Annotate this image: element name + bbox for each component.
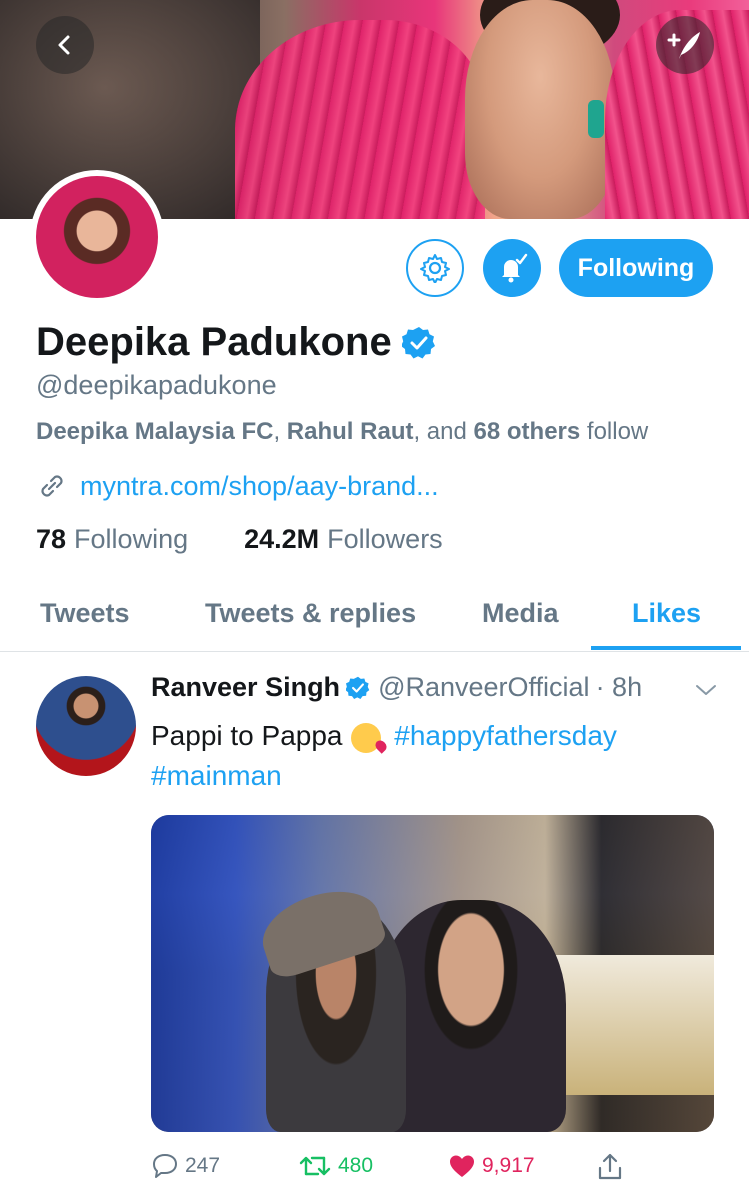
tab-media[interactable]: Media	[482, 598, 559, 629]
profile-settings-button[interactable]	[406, 239, 464, 297]
tab-tweets[interactable]: Tweets	[40, 598, 130, 629]
active-tab-indicator	[591, 646, 741, 650]
retweet-icon	[299, 1156, 331, 1176]
profile-tabs: Tweets Tweets & replies Media Likes	[0, 580, 749, 652]
notifications-button[interactable]	[483, 239, 541, 297]
back-button[interactable]	[36, 16, 94, 74]
tweet-text: Pappi to Pappa #happyfathersday #mainman	[151, 716, 711, 796]
tab-likes[interactable]: Likes	[632, 598, 701, 629]
gear-icon	[420, 254, 450, 283]
bell-check-icon	[502, 253, 528, 283]
tweet-header: Ranveer Singh @RanveerOfficial · 8h	[151, 672, 642, 703]
tweet-text-body: Pappi to Pappa	[151, 720, 343, 751]
followers-label: Followers	[327, 524, 443, 554]
profile-handle: @deepikapadukone	[36, 370, 277, 400]
profile-website-link[interactable]: myntra.com/shop/aay-brand...	[80, 471, 439, 502]
reply-icon	[153, 1154, 177, 1178]
like-count: 9,917	[482, 1154, 535, 1177]
retweet-count: 480	[338, 1154, 374, 1177]
tweet-actions: 247 480 9,917	[151, 1152, 631, 1188]
reply-count: 247	[185, 1154, 221, 1177]
share-button[interactable]	[596, 1152, 624, 1182]
kiss-emoji-icon	[350, 722, 381, 753]
heart-icon	[450, 1155, 474, 1177]
tweet-time: · 8h	[595, 672, 643, 702]
following-count-link[interactable]: 78 Following	[36, 524, 188, 555]
tweet-author-handle[interactable]: @RanveerOfficial	[378, 672, 590, 703]
followed-by-text[interactable]: Deepika Malaysia FC, Rahul Raut, and 68 …	[36, 418, 648, 446]
compose-tweet-icon	[667, 32, 700, 59]
profile-counts: 78 Following 24.2M Followers	[36, 524, 443, 555]
followers-others[interactable]: 68 others	[474, 418, 581, 445]
chevron-down-icon[interactable]	[694, 680, 718, 700]
followers-count: 24.2M	[244, 524, 320, 554]
following-count: 78	[36, 524, 67, 554]
follower-name[interactable]: Deepika Malaysia FC	[36, 418, 273, 445]
chevron-left-icon	[58, 35, 70, 55]
hashtag-link[interactable]: #mainman	[151, 760, 282, 791]
tab-tweets-replies[interactable]: Tweets & replies	[205, 598, 416, 629]
tweet-author-avatar[interactable]	[36, 676, 136, 776]
profile-avatar[interactable]	[30, 170, 164, 304]
tweet-photo[interactable]	[151, 815, 714, 1132]
tweet-author-name[interactable]: Ranveer Singh	[151, 672, 340, 703]
link-icon	[41, 475, 63, 497]
verified-badge-icon	[346, 676, 370, 699]
like-button[interactable]: 9,917	[448, 1152, 535, 1180]
profile-link-row[interactable]: myntra.com/shop/aay-brand...	[36, 470, 439, 502]
profile-name-row: Deepika Padukone	[36, 320, 436, 365]
verified-badge-icon	[401, 326, 435, 358]
retweet-button[interactable]: 480	[298, 1152, 373, 1180]
hashtag-link[interactable]: #happyfathersday	[394, 720, 617, 751]
avatar	[36, 176, 158, 298]
following-label: Following	[74, 524, 189, 554]
follower-name[interactable]: Rahul Raut	[287, 418, 414, 445]
profile-name: Deepika Padukone	[36, 320, 392, 364]
followers-count-link[interactable]: 24.2M Followers	[244, 524, 443, 555]
reply-button[interactable]: 247	[151, 1152, 220, 1180]
banner-earring	[588, 100, 604, 138]
compose-tweet-button[interactable]	[656, 16, 714, 74]
banner-dress-left	[235, 20, 485, 219]
following-button[interactable]: Following	[559, 239, 713, 297]
share-icon	[598, 1153, 622, 1180]
